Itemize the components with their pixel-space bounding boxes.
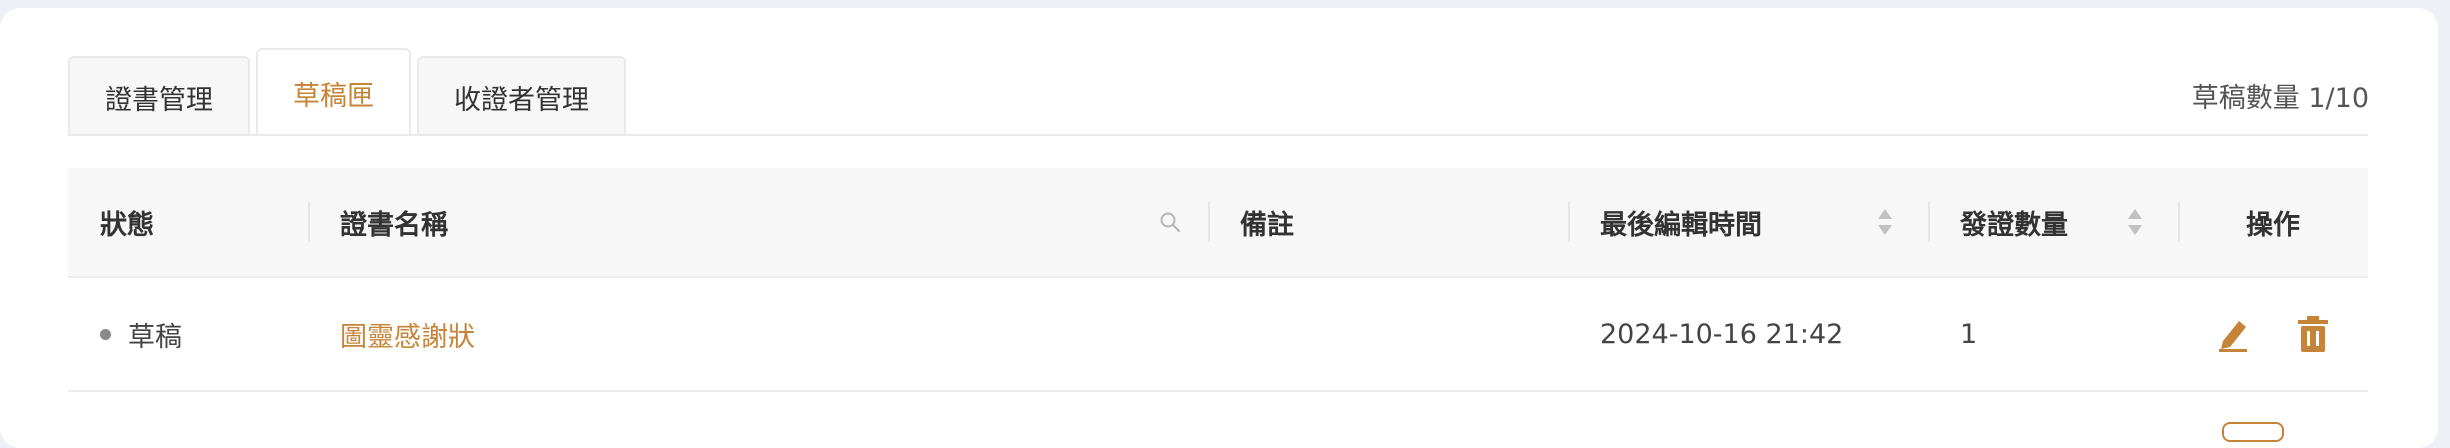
edit-icon[interactable] — [2215, 315, 2251, 353]
sort-icon[interactable] — [2126, 206, 2144, 238]
column-header-status: 狀態 — [68, 168, 308, 276]
name-cell: 圖靈感謝狀 — [308, 278, 1208, 390]
sort-icon[interactable] — [1876, 206, 1894, 238]
column-separator — [1928, 202, 1930, 242]
column-label: 狀態 — [100, 209, 154, 241]
column-header-actions: 操作 — [2178, 168, 2368, 276]
tab-drafts[interactable]: 草稿匣 — [256, 48, 411, 136]
status-cell: 草稿 — [68, 278, 308, 390]
tab-certificate-management[interactable]: 證書管理 — [68, 56, 250, 136]
actions-cell — [2178, 278, 2368, 390]
column-header-issued-count[interactable]: 發證數量 — [1928, 168, 2178, 276]
search-icon[interactable] — [1158, 210, 1182, 234]
column-header-last-edited[interactable]: 最後編輯時間 — [1568, 168, 1928, 276]
table-row: 草稿 圖靈感謝狀 2024-10-16 21:42 1 — [68, 278, 2368, 392]
column-separator — [308, 202, 310, 242]
status-label: 草稿 — [128, 321, 182, 353]
column-separator — [2178, 202, 2180, 242]
column-label: 證書名稱 — [340, 209, 448, 241]
column-label: 發證數量 — [1960, 209, 2068, 241]
column-header-note: 備註 — [1208, 168, 1568, 276]
column-separator — [1568, 202, 1570, 242]
partial-button-edge[interactable] — [2222, 422, 2284, 442]
column-header-name: 證書名稱 — [308, 168, 1208, 276]
drafts-table: 狀態 證書名稱 備註 最後編輯時間 發證數量 操作 草稿 圖靈感謝狀 2024-… — [68, 168, 2368, 392]
tab-divider — [68, 134, 2368, 136]
note-cell — [1208, 278, 1568, 390]
column-label: 操作 — [2246, 209, 2300, 241]
issued-count-cell: 1 — [1960, 318, 1978, 350]
table-header: 狀態 證書名稱 備註 最後編輯時間 發證數量 操作 — [68, 168, 2368, 278]
certificate-name-link[interactable]: 圖靈感謝狀 — [340, 315, 475, 354]
tab-recipient-management[interactable]: 收證者管理 — [417, 56, 626, 136]
status-dot — [100, 328, 111, 340]
trash-icon[interactable] — [2295, 315, 2331, 353]
table-body: 草稿 圖靈感謝狀 2024-10-16 21:42 1 — [68, 278, 2368, 392]
column-label: 最後編輯時間 — [1600, 209, 1762, 241]
column-separator — [1208, 202, 1210, 242]
column-label: 備註 — [1240, 209, 1294, 241]
row-actions — [2215, 315, 2331, 353]
tab-bar: 證書管理 草稿匣 收證者管理 — [68, 48, 632, 136]
draft-count: 草稿數量 1/10 — [2191, 83, 2369, 114]
last-edited-cell: 2024-10-16 21:42 — [1600, 318, 1844, 350]
